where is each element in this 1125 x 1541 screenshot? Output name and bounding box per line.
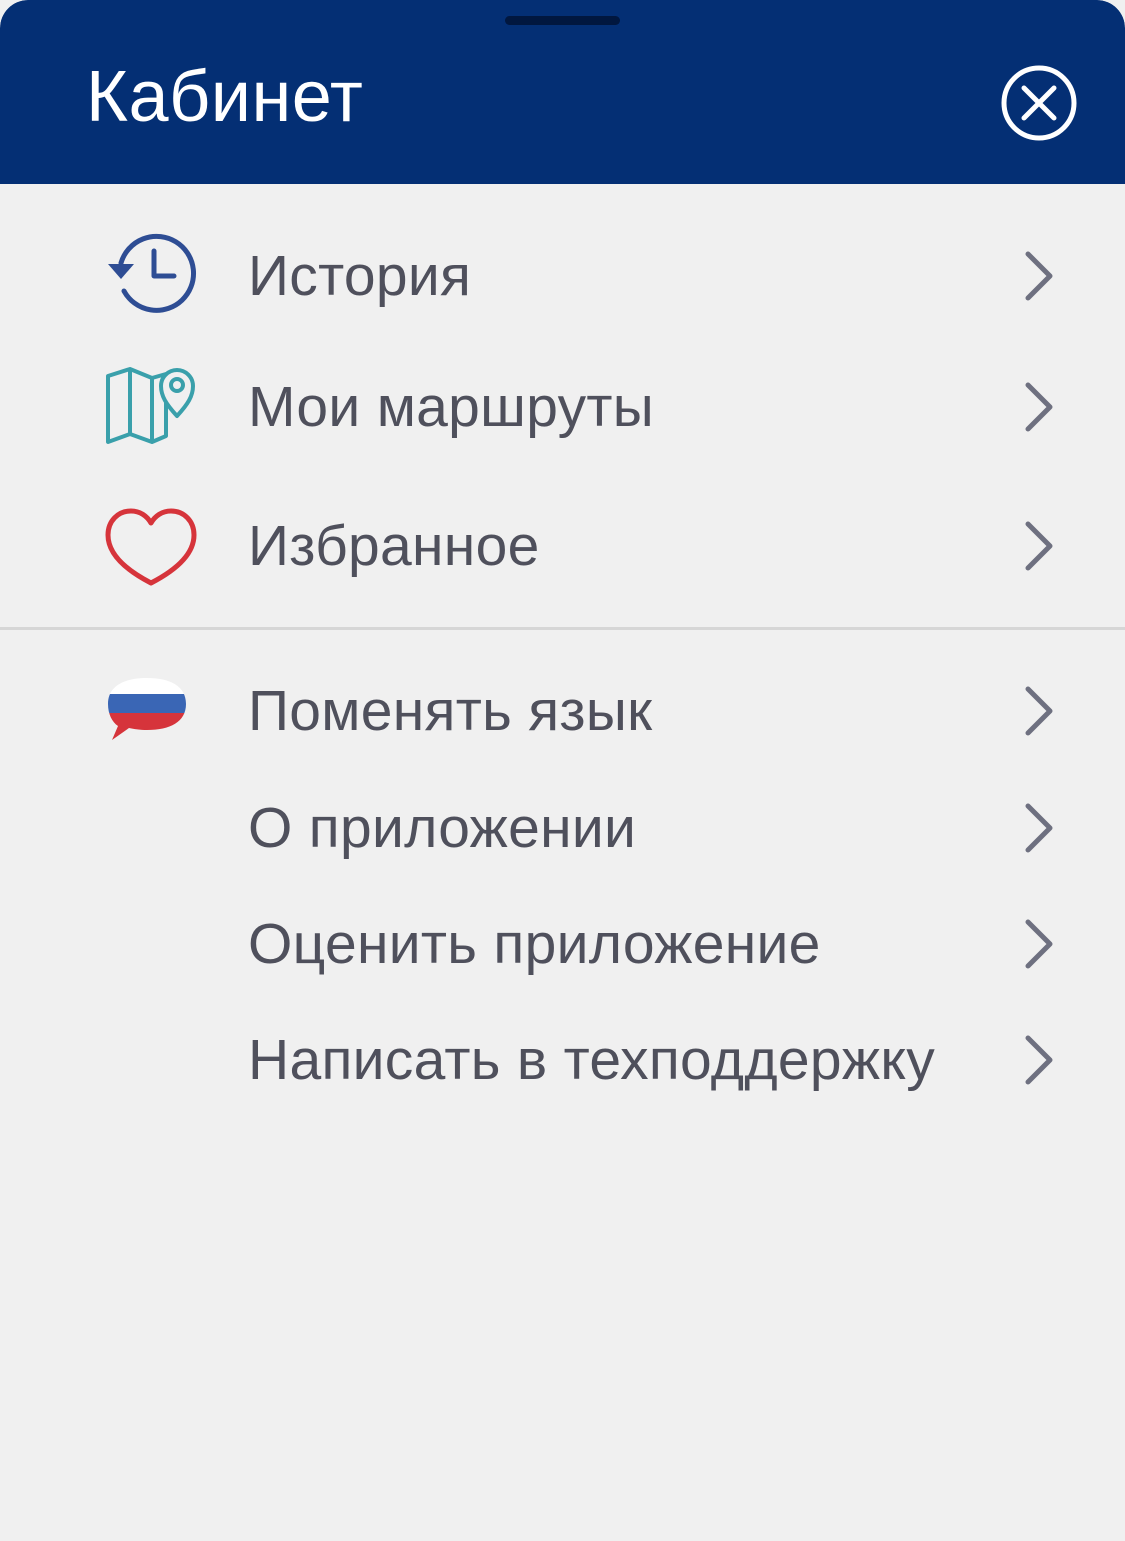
chevron-right-icon: [1025, 686, 1053, 736]
settings-item-label: Написать в техподдержку: [248, 1028, 936, 1092]
chevron-right-icon: [1025, 521, 1053, 571]
chevron-right-icon: [1025, 1035, 1053, 1085]
russian-flag-bubble-icon: [104, 664, 198, 758]
close-circle-icon: [1001, 65, 1077, 141]
header: Кабинет: [0, 0, 1125, 184]
divider: [0, 627, 1125, 630]
settings-item-label: Поменять язык: [248, 679, 653, 743]
settings-item-label: Оценить приложение: [248, 912, 821, 976]
map-pin-icon: [104, 360, 198, 454]
chevron-right-icon: [1025, 382, 1053, 432]
settings-item-rate-app[interactable]: Оценить приложение: [0, 889, 1125, 999]
menu-item-history[interactable]: История: [0, 221, 1125, 331]
cabinet-sheet: Кабинет История Мои маршруты Избранное П…: [0, 0, 1125, 1541]
menu-item-favorites[interactable]: Избранное: [0, 491, 1125, 601]
chevron-right-icon: [1025, 251, 1053, 301]
settings-item-label: О приложении: [248, 796, 637, 860]
heart-icon: [104, 499, 198, 593]
menu-item-label: Избранное: [248, 514, 540, 578]
drag-handle[interactable]: [505, 16, 620, 25]
chevron-right-icon: [1025, 803, 1053, 853]
menu-item-my-routes[interactable]: Мои маршруты: [0, 352, 1125, 462]
page-title: Кабинет: [86, 57, 364, 137]
chevron-right-icon: [1025, 919, 1053, 969]
settings-item-about[interactable]: О приложении: [0, 773, 1125, 883]
history-icon: [104, 229, 198, 323]
menu-item-label: Мои маршруты: [248, 375, 655, 439]
settings-item-change-language[interactable]: Поменять язык: [0, 656, 1125, 766]
menu-item-label: История: [248, 244, 472, 308]
close-button[interactable]: [1000, 64, 1078, 142]
settings-item-contact-support[interactable]: Написать в техподдержку: [0, 1005, 1125, 1115]
